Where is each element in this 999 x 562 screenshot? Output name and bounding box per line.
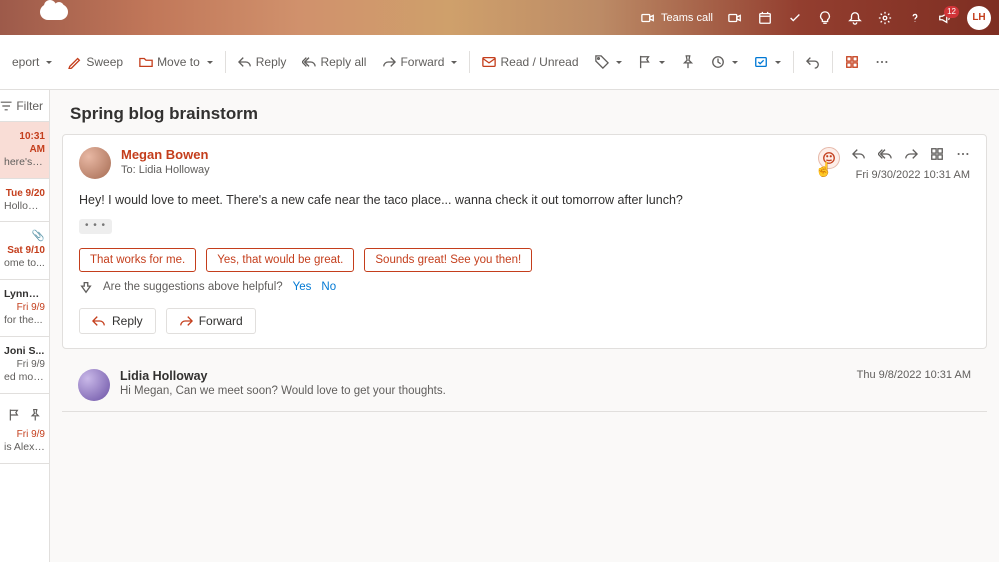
settings-icon[interactable]: [877, 10, 893, 26]
reply-all-button[interactable]: Reply all: [296, 51, 372, 73]
lightbulb-icon[interactable]: [817, 10, 833, 26]
react-button[interactable]: ☝: [818, 147, 840, 169]
help-icon[interactable]: [907, 10, 923, 26]
undo-icon: [806, 55, 820, 69]
message-card: Megan Bowen To: Lidia Holloway ☝ Fri 9/3…: [62, 134, 987, 349]
list-item[interactable]: Fri 9/9 is Alex I...: [0, 394, 49, 464]
pin-icon: [29, 408, 42, 422]
teams-call-button[interactable]: Teams call: [641, 11, 713, 25]
cursor-icon: ☝: [815, 161, 832, 178]
teams-call-label: Teams call: [661, 12, 713, 24]
more-icon: [875, 55, 889, 69]
calendar-app-icon[interactable]: [757, 10, 773, 26]
reply-icon: [238, 55, 252, 69]
notifications-icon[interactable]: [847, 10, 863, 26]
flag-icon: [638, 55, 652, 69]
message-list: Filter 10:31 AM here's a ... Tue 9/20 Ho…: [0, 90, 50, 562]
filter-label: Filter: [16, 99, 43, 113]
feedback-no[interactable]: No: [321, 281, 336, 293]
reply-all-icon[interactable]: [878, 147, 892, 161]
more-button[interactable]: [869, 51, 895, 73]
announcements-badge: 12: [944, 6, 959, 18]
feedback-question: Are the suggestions above helpful?: [103, 281, 283, 293]
flag-button[interactable]: [632, 51, 671, 73]
prev-date: Thu 9/8/2022 10:31 AM: [857, 369, 971, 381]
tag-button[interactable]: [589, 51, 628, 73]
forward-icon[interactable]: [904, 147, 918, 161]
reading-pane: Spring blog brainstorm Megan Bowen To: L…: [50, 90, 999, 562]
decor-cloud: [40, 4, 68, 20]
forward-button[interactable]: Forward: [376, 51, 463, 73]
list-item[interactable]: Lynne ... Fri 9/9 for the...: [0, 280, 49, 337]
suggested-reply[interactable]: That works for me.: [79, 248, 196, 272]
suggested-reply[interactable]: Sounds great! See you then!: [364, 248, 532, 272]
to-line: To: Lidia Holloway: [121, 164, 210, 176]
collapsed-message[interactable]: Lidia Holloway Hi Megan, Can we meet soo…: [62, 359, 987, 412]
forward-icon: [179, 314, 193, 328]
filter-button[interactable]: Filter: [0, 90, 49, 122]
grid-icon: [845, 55, 859, 69]
list-item[interactable]: Joni S... Fri 9/9 ed mov...: [0, 337, 49, 394]
pin-icon: [681, 55, 695, 69]
list-item[interactable]: Tue 9/20 Holloway...: [0, 179, 49, 223]
undo-button[interactable]: [800, 51, 826, 73]
prev-snippet: Hi Megan, Can we meet soon? Would love t…: [120, 385, 446, 397]
snooze-button[interactable]: [705, 51, 744, 73]
pin-button[interactable]: [675, 51, 701, 73]
quick-steps-button[interactable]: [748, 51, 787, 73]
meet-now-icon[interactable]: [727, 10, 743, 26]
suggested-replies: That works for me. Yes, that would be gr…: [79, 248, 970, 272]
ribbon-toolbar: eport Sweep Move to Reply Reply all Forw…: [0, 35, 999, 90]
sender-avatar: [78, 369, 110, 401]
message-date: Fri 9/30/2022 10:31 AM: [856, 169, 970, 181]
sweep-button[interactable]: Sweep: [62, 51, 129, 73]
message-body: Hey! I would love to meet. There's a new…: [79, 193, 970, 207]
clock-icon: [711, 55, 725, 69]
report-button[interactable]: eport: [6, 51, 58, 73]
sweep-icon: [68, 55, 82, 69]
sender-name: Megan Bowen: [121, 147, 210, 162]
announcements-icon[interactable]: 12: [937, 10, 953, 26]
mail-icon: [482, 55, 496, 69]
user-avatar[interactable]: LH: [967, 6, 991, 30]
feedback-row: Are the suggestions above helpful? Yes N…: [79, 280, 970, 294]
video-icon: [641, 11, 655, 25]
folder-move-icon: [139, 55, 153, 69]
filter-icon: [0, 99, 12, 113]
tag-icon: [595, 55, 609, 69]
reply-icon: [92, 314, 106, 328]
sender-avatar[interactable]: [79, 147, 111, 179]
attachment-icon: 📎: [32, 230, 45, 244]
reply-button[interactable]: Reply: [79, 308, 156, 334]
app-title-bar: Teams call 12 LH: [0, 0, 999, 35]
forward-button[interactable]: Forward: [166, 308, 256, 334]
read-unread-button[interactable]: Read / Unread: [476, 51, 584, 73]
feedback-yes[interactable]: Yes: [293, 281, 312, 293]
flag-icon: [8, 408, 21, 422]
thread-subject: Spring blog brainstorm: [50, 90, 999, 134]
reply-all-icon: [302, 55, 316, 69]
apps-icon[interactable]: [930, 147, 944, 161]
prev-sender: Lidia Holloway: [120, 369, 446, 383]
reply-icon[interactable]: [852, 147, 866, 161]
move-button[interactable]: Move to: [133, 51, 219, 73]
immersive-reader-button[interactable]: [839, 51, 865, 73]
suggested-reply[interactable]: Yes, that would be great.: [206, 248, 354, 272]
more-icon[interactable]: [956, 147, 970, 161]
feedback-icon: [79, 280, 93, 294]
list-item[interactable]: 10:31 AM here's a ...: [0, 122, 49, 179]
forward-icon: [382, 55, 396, 69]
quick-steps-icon: [754, 55, 768, 69]
list-item[interactable]: 📎 Sat 9/10 ome to...: [0, 222, 49, 279]
reply-button[interactable]: Reply: [232, 51, 293, 73]
expand-quoted-button[interactable]: • • •: [79, 219, 112, 234]
todo-app-icon[interactable]: [787, 10, 803, 26]
